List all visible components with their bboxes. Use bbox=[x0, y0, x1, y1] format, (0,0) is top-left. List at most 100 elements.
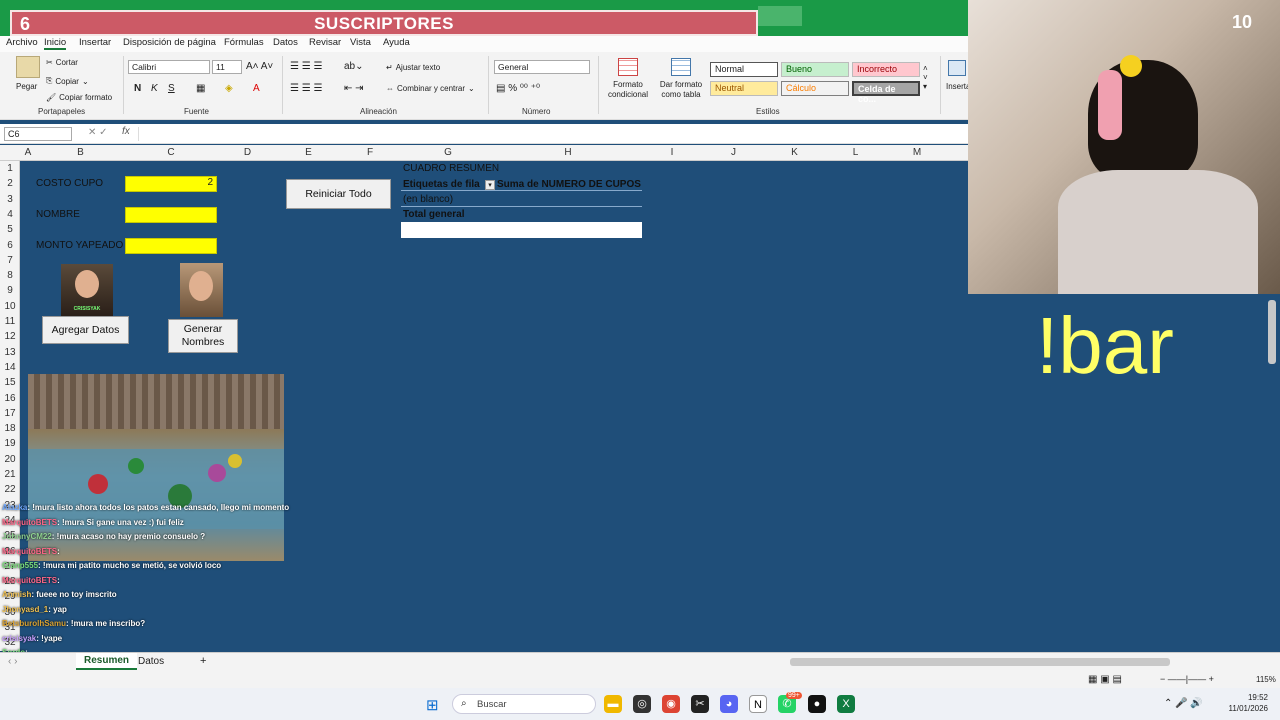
row-header[interactable]: 8 bbox=[0, 270, 20, 281]
menu-vista[interactable]: Vista bbox=[350, 37, 371, 48]
chrome-icon[interactable]: ◉ bbox=[662, 695, 680, 713]
col-header[interactable]: G bbox=[401, 147, 495, 158]
conditional-format-icon[interactable] bbox=[618, 58, 638, 76]
col-header[interactable]: J bbox=[703, 147, 764, 158]
style-incorrecto[interactable]: Incorrecto bbox=[852, 62, 920, 77]
taskbar-search[interactable]: Buscar bbox=[477, 699, 507, 710]
style-calculo[interactable]: Cálculo bbox=[781, 81, 849, 96]
font-name-select[interactable]: Calibri bbox=[128, 60, 210, 74]
currency-icon[interactable]: ▤ % ⁰⁰ ⁺⁰ bbox=[496, 83, 540, 94]
col-header[interactable]: I bbox=[641, 147, 703, 158]
col-header[interactable]: A bbox=[20, 147, 36, 158]
row-header[interactable]: 22 bbox=[0, 484, 20, 495]
col-header[interactable]: E bbox=[278, 147, 339, 158]
tab-datos[interactable]: Datos bbox=[138, 656, 164, 667]
costo-cell[interactable]: 2 bbox=[125, 176, 217, 192]
tab-resumen[interactable]: Resumen bbox=[76, 653, 138, 670]
zoom-slider[interactable]: − ——|—— + bbox=[1160, 674, 1214, 684]
nombre-cell[interactable] bbox=[125, 207, 217, 223]
paste-button[interactable]: Pegar bbox=[16, 82, 37, 91]
merge-center-button[interactable]: ⇔ Combinar y centrar ⌄ bbox=[386, 84, 475, 93]
horizontal-scrollbar[interactable] bbox=[790, 658, 1170, 666]
col-header[interactable]: H bbox=[495, 147, 641, 158]
file-explorer-icon[interactable]: ▬ bbox=[604, 695, 622, 713]
insert-cells-icon[interactable] bbox=[948, 60, 966, 76]
menu-inicio[interactable]: Inicio bbox=[44, 37, 67, 50]
discord-icon[interactable]: ◕ bbox=[720, 695, 738, 713]
copy-button[interactable]: ⎘ Copiar ⌄ bbox=[46, 76, 89, 86]
row-header[interactable]: 16 bbox=[0, 393, 20, 404]
style-bueno[interactable]: Bueno bbox=[781, 62, 849, 77]
conditional-format-button[interactable]: Formato condicional bbox=[602, 80, 654, 100]
align-left-icon[interactable]: ☰ ☰ ☰ bbox=[290, 83, 322, 94]
col-header[interactable]: M bbox=[886, 147, 948, 158]
col-header[interactable]: B bbox=[36, 147, 125, 158]
row-header[interactable]: 17 bbox=[0, 408, 20, 419]
row-header[interactable]: 11 bbox=[0, 316, 20, 327]
filter-dropdown-icon[interactable]: ▾ bbox=[485, 180, 495, 190]
name-box[interactable]: C6 bbox=[4, 127, 72, 141]
row-header[interactable]: 15 bbox=[0, 377, 20, 388]
chatgpt-icon[interactable]: ◎ bbox=[633, 695, 651, 713]
capcut-icon[interactable]: ✂ bbox=[691, 695, 709, 713]
vertical-scrollbar[interactable] bbox=[1268, 300, 1276, 364]
format-table-button[interactable]: Dar formato como tabla bbox=[655, 80, 707, 100]
excel-icon[interactable]: X bbox=[837, 695, 855, 713]
number-format-select[interactable]: General bbox=[494, 60, 590, 74]
row-header[interactable]: 12 bbox=[0, 331, 20, 342]
font-color-icon[interactable]: A bbox=[253, 83, 260, 94]
col-header[interactable]: F bbox=[339, 147, 401, 158]
borders-icon[interactable]: ▦ bbox=[196, 83, 205, 94]
formula-input[interactable] bbox=[138, 127, 964, 141]
tray-icons[interactable]: ⌃ 🎤 🔊 bbox=[1164, 698, 1203, 709]
row-header[interactable]: 1 bbox=[0, 163, 20, 174]
format-table-icon[interactable] bbox=[671, 58, 691, 76]
paste-icon[interactable] bbox=[16, 56, 40, 78]
fx-icon[interactable]: fx bbox=[122, 126, 130, 137]
col-header[interactable]: L bbox=[825, 147, 886, 158]
style-normal[interactable]: Normal bbox=[710, 62, 778, 77]
fill-color-icon[interactable]: ◈ bbox=[225, 83, 233, 94]
row-header[interactable]: 10 bbox=[0, 301, 20, 312]
italic-button[interactable]: K bbox=[151, 83, 158, 94]
notion-icon[interactable]: N bbox=[749, 695, 767, 713]
row-header[interactable]: 2 bbox=[0, 178, 20, 189]
col-header[interactable]: C bbox=[125, 147, 217, 158]
menu-formulas[interactable]: Fórmulas bbox=[224, 37, 264, 48]
copy-format-button[interactable]: 🖌 Copiar formato bbox=[46, 93, 112, 102]
formula-cancel-icon[interactable]: ✕ ✓ bbox=[88, 127, 108, 138]
tab-nav-icon[interactable]: ‹ › bbox=[8, 656, 17, 667]
menu-revisar[interactable]: Revisar bbox=[309, 37, 341, 48]
add-sheet-button[interactable]: + bbox=[200, 655, 206, 667]
font-size-select[interactable]: 11 bbox=[212, 60, 242, 74]
row-header[interactable]: 5 bbox=[0, 224, 20, 235]
font-grow-button[interactable]: A˄ A˅ bbox=[246, 61, 273, 72]
row-header[interactable]: 13 bbox=[0, 347, 20, 358]
agregar-datos-button[interactable]: Agregar Datos bbox=[42, 316, 129, 344]
row-header[interactable]: 21 bbox=[0, 469, 20, 480]
row-header[interactable]: 9 bbox=[0, 285, 20, 296]
row-header[interactable]: 19 bbox=[0, 438, 20, 449]
row-header[interactable]: 14 bbox=[0, 362, 20, 373]
zoom-level[interactable]: 115% bbox=[1256, 675, 1276, 684]
col-header[interactable]: D bbox=[217, 147, 278, 158]
cut-button[interactable]: ✂ Cortar bbox=[46, 58, 78, 67]
monto-cell[interactable] bbox=[125, 238, 217, 254]
menu-ayuda[interactable]: Ayuda bbox=[383, 37, 410, 48]
row-header[interactable]: 6 bbox=[0, 240, 20, 251]
menu-datos[interactable]: Datos bbox=[273, 37, 298, 48]
align-top-icon[interactable]: ☰ ☰ ☰ bbox=[290, 61, 322, 72]
clock-time[interactable]: 19:52 bbox=[1226, 693, 1268, 702]
row-header[interactable]: 7 bbox=[0, 255, 20, 266]
menu-disposicion[interactable]: Disposición de página bbox=[123, 37, 216, 48]
row-header[interactable]: 20 bbox=[0, 454, 20, 465]
orientation-icon[interactable]: ab⌄ bbox=[344, 61, 364, 72]
underline-button[interactable]: S bbox=[168, 83, 175, 94]
col-header[interactable]: K bbox=[764, 147, 825, 158]
row-header[interactable]: 18 bbox=[0, 423, 20, 434]
wrap-text-button[interactable]: ↵ Ajustar texto bbox=[386, 63, 440, 72]
windows-start-icon[interactable]: ⊞ bbox=[426, 696, 439, 714]
indent-icon[interactable]: ⇤ ⇥ bbox=[344, 83, 364, 94]
obs-icon[interactable]: ● bbox=[808, 695, 826, 713]
bold-button[interactable]: N bbox=[134, 83, 141, 94]
